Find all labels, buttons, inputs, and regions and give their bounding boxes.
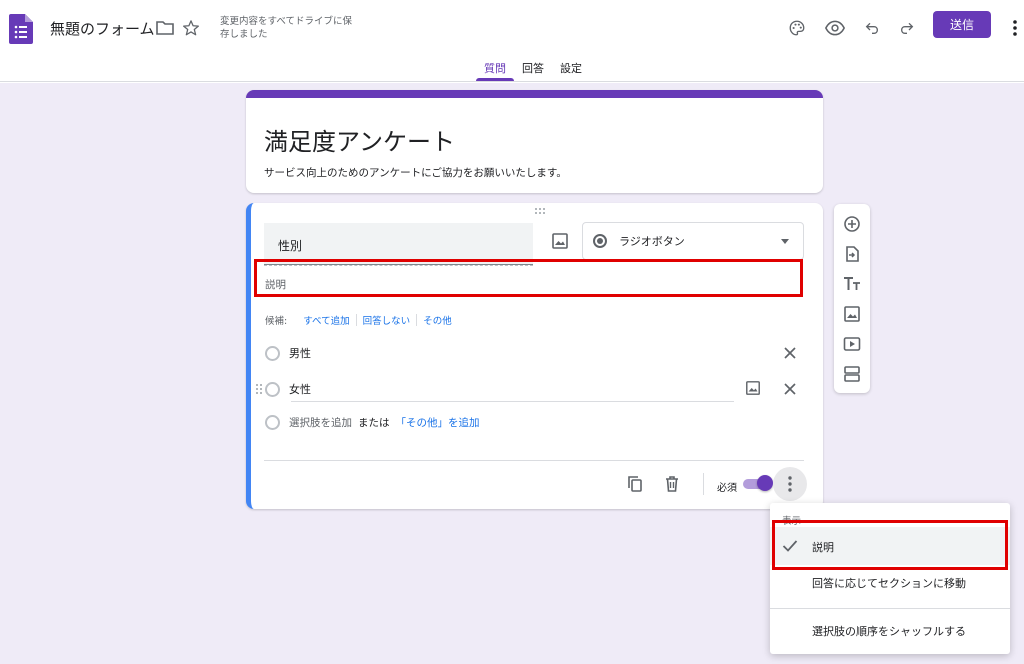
more-vert-icon[interactable] — [1004, 17, 1024, 39]
required-toggle[interactable] — [743, 475, 773, 491]
form-description[interactable]: サービス向上のためのアンケートにご協力をお願いいたします。 — [264, 165, 567, 180]
palette-icon[interactable] — [786, 17, 808, 39]
document-title[interactable]: 無題のフォーム — [50, 18, 155, 39]
redo-icon[interactable] — [896, 17, 918, 39]
option-input-underline — [291, 401, 734, 402]
more-options-button[interactable] — [773, 467, 807, 501]
tab-responses[interactable]: 回答 — [514, 60, 552, 81]
suggestions-label: 候補: — [265, 316, 288, 327]
forms-logo-icon[interactable] — [9, 14, 33, 44]
more-vert-icon — [788, 476, 792, 492]
suggestion-no-answer[interactable]: 回答しない — [357, 313, 417, 327]
question-type-select[interactable]: ラジオボタン — [582, 222, 804, 260]
menu-highlight-box — [772, 520, 1008, 570]
suggestion-other[interactable]: その他 — [417, 313, 458, 327]
form-title-card[interactable]: 満足度アンケート サービス向上のためのアンケートにご協力をお願いいたします。 — [246, 90, 823, 193]
duplicate-icon[interactable] — [626, 475, 644, 493]
editor-tabs: 質問 回答 設定 — [476, 60, 590, 81]
add-title-text-icon[interactable] — [843, 275, 861, 293]
add-or-text: または — [358, 417, 390, 429]
question-type-label: ラジオボタン — [619, 235, 685, 248]
toggle-knob — [757, 475, 773, 491]
dropdown-caret-icon — [781, 239, 789, 244]
add-section-icon[interactable] — [843, 365, 861, 383]
option-drag-handle-icon[interactable] — [255, 383, 263, 395]
option-radio — [265, 381, 280, 397]
side-toolbar — [834, 204, 870, 393]
option-item[interactable]: 女性 — [265, 379, 311, 399]
menu-item-label: 選択肢の順序をシャッフルする — [812, 625, 966, 638]
suggestions-row: 候補: すべて追加 回答しない その他 — [265, 313, 458, 327]
add-option-row: 選択肢を追加 または 「その他」を追加 — [265, 415, 480, 430]
tab-settings[interactable]: 設定 — [552, 60, 590, 81]
star-icon[interactable] — [180, 17, 202, 39]
description-highlight-box — [254, 259, 803, 297]
folder-icon[interactable] — [154, 17, 176, 39]
option-item[interactable]: 男性 — [265, 343, 311, 363]
menu-item-shuffle-options[interactable]: 選択肢の順序をシャッフルする — [770, 611, 1010, 649]
add-option-link[interactable]: 選択肢を追加 — [289, 415, 352, 430]
add-image-icon[interactable] — [843, 305, 861, 323]
menu-divider — [770, 608, 1010, 609]
option-label[interactable]: 男性 — [289, 345, 311, 361]
option-image-icon[interactable] — [745, 380, 761, 396]
add-other-link[interactable]: 「その他」を追加 — [396, 415, 480, 430]
save-status: 変更内容をすべてドライブに保存しました — [220, 16, 352, 40]
menu-item-label: 回答に応じてセクションに移動 — [812, 577, 966, 590]
option-label[interactable]: 女性 — [289, 381, 311, 397]
send-button[interactable]: 送信 — [933, 11, 991, 38]
option-radio — [265, 415, 280, 430]
remove-option-close-icon[interactable] — [783, 382, 797, 396]
card-footer-divider — [264, 460, 804, 461]
required-label: 必須 — [717, 483, 737, 494]
undo-icon[interactable] — [861, 17, 883, 39]
add-image-icon[interactable] — [551, 232, 569, 250]
form-title[interactable]: 満足度アンケート — [264, 122, 455, 157]
drag-handle-icon[interactable] — [534, 207, 546, 215]
tab-questions[interactable]: 質問 — [476, 60, 514, 81]
question-title: 性別 — [278, 239, 303, 253]
delete-trash-icon[interactable] — [663, 475, 681, 493]
remove-option-close-icon[interactable] — [783, 346, 797, 360]
suggestion-add-all[interactable]: すべて追加 — [297, 313, 355, 327]
preview-eye-icon[interactable] — [824, 17, 846, 39]
app-header: 無題のフォーム 変更内容をすべてドライブに保存しました 送信 質問 回答 設定 — [0, 0, 1024, 82]
radio-button-icon — [593, 234, 607, 248]
add-video-icon[interactable] — [843, 335, 861, 353]
add-question-icon[interactable] — [843, 215, 861, 233]
question-card[interactable]: 性別 ラジオボタン 説明 候補: すべて追加 回答しない その他 男性 女性 選… — [246, 203, 823, 509]
footer-divider — [703, 473, 704, 495]
option-radio — [265, 345, 280, 361]
import-questions-icon[interactable] — [843, 245, 861, 263]
